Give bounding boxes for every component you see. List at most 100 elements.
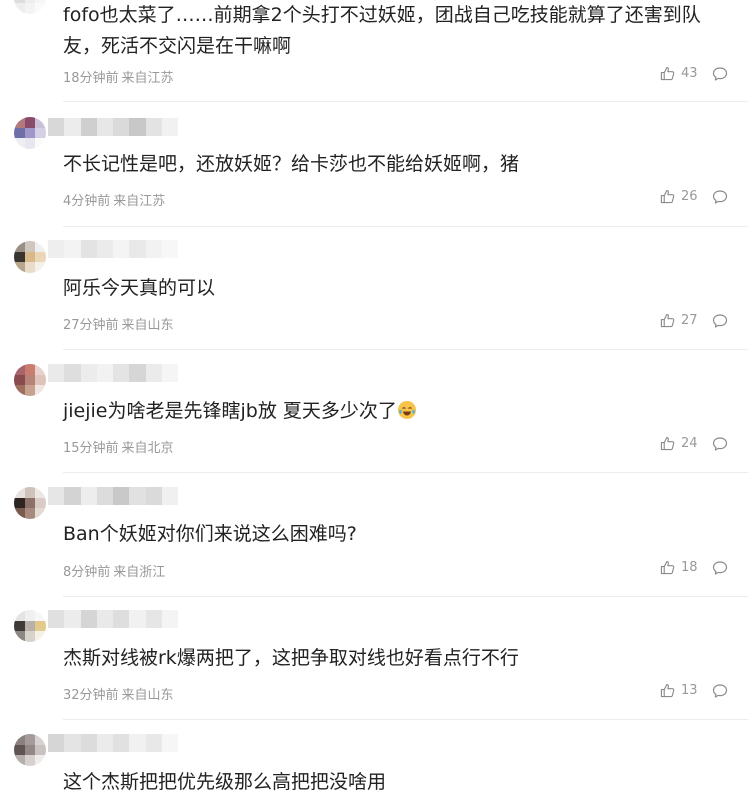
avatar-pixel [14,755,25,766]
username-pixel [145,364,162,382]
avatar-pixel [35,251,46,263]
username-pixel [48,364,65,382]
reply-button[interactable] [712,313,728,333]
comment-location: 来自江苏 [113,194,166,209]
avatar[interactable] [14,0,46,14]
reply-button[interactable] [712,66,728,86]
username-pixel [161,364,178,382]
like-button[interactable]: 13 [660,683,698,698]
like-count: 43 [681,66,698,81]
comment-time: 15分钟前 [63,441,119,456]
username-pixel [145,240,162,258]
avatar[interactable] [14,364,46,396]
avatar-pixel [14,364,25,375]
comment-icon [712,190,728,204]
avatar-pixel [24,631,36,642]
avatar-pixel [24,508,36,519]
reply-button[interactable] [712,436,728,456]
username-blurred[interactable] [48,118,178,136]
avatar[interactable] [14,241,46,273]
username-pixel [64,240,81,258]
comment-meta: 8分钟前 来自浙江 [63,561,165,580]
username-pixel [161,610,178,628]
avatar-pixel [35,262,46,273]
avatar[interactable] [14,117,46,149]
username-pixel [113,487,130,505]
thumbs-up-icon [660,314,675,328]
like-button[interactable]: 18 [660,560,698,575]
avatar-pixel [24,744,36,756]
comment-time: 32分钟前 [63,688,119,703]
username-pixel [48,734,65,752]
username-pixel [96,240,113,258]
username-pixel [129,240,146,258]
avatar-pixel [35,138,46,149]
comment-meta: 15分钟前 来自北京 [63,437,174,456]
avatar[interactable] [14,734,46,766]
username-pixel [129,734,146,752]
reply-button[interactable] [712,683,728,703]
like-count: 24 [681,436,698,451]
avatar-pixel [35,620,46,632]
username-pixel [48,487,65,505]
username-pixel [161,734,178,752]
comment-text: 这个杰斯把把优先级那么高把把没啥用 [63,767,735,798]
comment-divider [63,472,748,473]
comment-text: Ban个妖姬对你们来说这么困难吗? [63,519,735,550]
like-button[interactable]: 43 [660,66,698,81]
comment-time: 4分钟前 [63,194,111,209]
avatar-pixel [24,138,36,149]
avatar-pixel [14,127,25,139]
username-pixel [145,487,162,505]
avatar-pixel [14,3,25,14]
avatar-pixel [35,497,46,509]
avatar-pixel [35,374,46,386]
like-button[interactable]: 26 [660,189,698,204]
username-blurred[interactable] [48,734,178,752]
avatar-pixel [35,508,46,519]
comment-text-content: 不长记性是吧，还放妖姬？给卡莎也不能给妖姬啊，猪 [63,153,520,175]
comment-location: 来自北京 [121,441,174,456]
avatar-pixel [35,364,46,375]
thumbs-up-icon [660,67,675,81]
avatar-pixel [24,620,36,632]
reply-button[interactable] [712,189,728,209]
avatar-pixel [24,755,36,766]
comment-location: 来自山东 [121,318,174,333]
avatar-pixel [24,374,36,386]
reply-button[interactable] [712,560,728,580]
like-count: 26 [681,189,698,204]
avatar[interactable] [14,610,46,642]
comment-meta: 32分钟前 来自山东 [63,684,174,703]
username-pixel [161,487,178,505]
username-blurred[interactable] [48,610,178,628]
comment-divider [63,349,748,350]
username-pixel [113,734,130,752]
username-blurred[interactable] [48,487,178,505]
thumbs-up-icon [660,684,675,698]
username-blurred[interactable] [48,364,178,382]
username-pixel [129,610,146,628]
avatar-pixel [14,631,25,642]
avatar-pixel [35,117,46,128]
comment-text-content: 阿乐今天真的可以 [63,277,216,299]
username-pixel [129,487,146,505]
avatar-pixel [24,262,36,273]
username-pixel [80,364,97,382]
avatar-pixel [24,241,36,252]
comment-icon [712,437,728,451]
avatar-pixel [14,620,25,632]
comment-icon [712,67,728,81]
avatar-pixel [35,127,46,139]
like-button[interactable]: 24 [660,436,698,451]
username-pixel [113,610,130,628]
like-button[interactable]: 27 [660,313,698,328]
username-blurred[interactable] [48,240,178,258]
avatar-pixel [24,385,36,396]
avatar[interactable] [14,487,46,519]
avatar-pixel [14,744,25,756]
avatar-pixel [14,241,25,252]
comment-meta: 27分钟前 来自山东 [63,314,174,333]
avatar-pixel [24,487,36,498]
comment-divider [63,719,748,720]
